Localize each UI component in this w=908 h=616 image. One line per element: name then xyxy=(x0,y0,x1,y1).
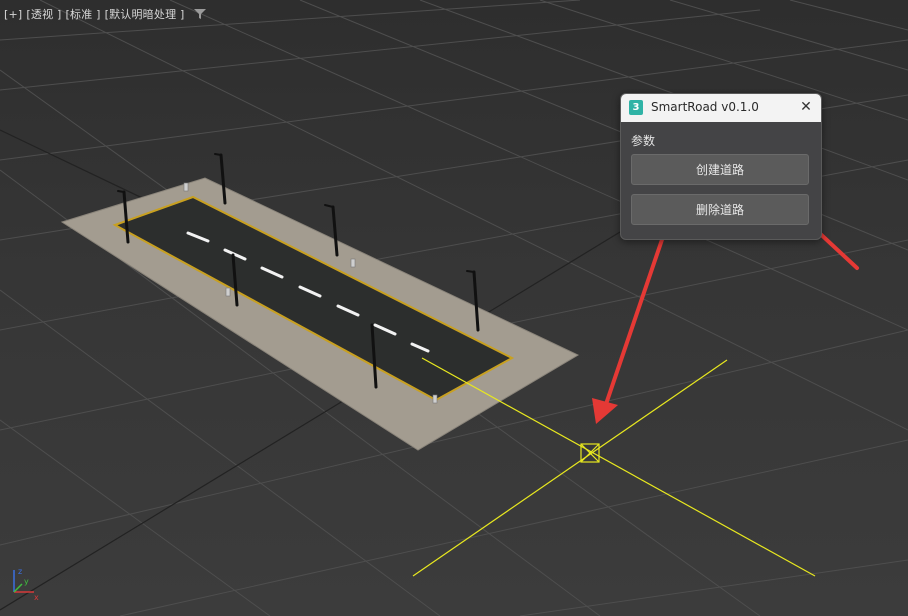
viewport-plus-menu[interactable]: [+] xyxy=(4,8,22,21)
axis-z-label: z xyxy=(18,567,22,576)
viewport-view-menu[interactable]: [透视 ] xyxy=(26,6,61,22)
viewport-label-menu: [+] [透视 ] [标准 ] [默认明暗处理 ] xyxy=(4,6,207,22)
viewport-camera-menu[interactable]: [标准 ] xyxy=(66,6,101,22)
delete-road-button[interactable]: 删除道路 xyxy=(631,194,809,225)
dialog-titlebar[interactable]: 3 SmartRoad v0.1.0 ✕ xyxy=(621,94,821,122)
viewport-shading-menu[interactable]: [默认明暗处理 ] xyxy=(105,6,185,22)
viewport[interactable]: [+] [透视 ] [标准 ] [默认明暗处理 ] 3 SmartRoad v0… xyxy=(0,0,908,616)
funnel-icon[interactable] xyxy=(194,8,207,20)
axis-y-label: y xyxy=(24,577,29,586)
close-icon[interactable]: ✕ xyxy=(797,98,815,116)
axis-x-label: x xyxy=(34,593,39,602)
create-road-button[interactable]: 创建道路 xyxy=(631,154,809,185)
dialog-title: SmartRoad v0.1.0 xyxy=(651,100,759,114)
parameters-label: 参数 xyxy=(631,134,656,148)
3dsmax-app-icon: 3 xyxy=(629,100,643,115)
axis-tripod-icon: z x y xyxy=(13,567,39,602)
smartroad-dialog: 3 SmartRoad v0.1.0 ✕ 参数 创建道路 删除道路 xyxy=(620,93,822,240)
